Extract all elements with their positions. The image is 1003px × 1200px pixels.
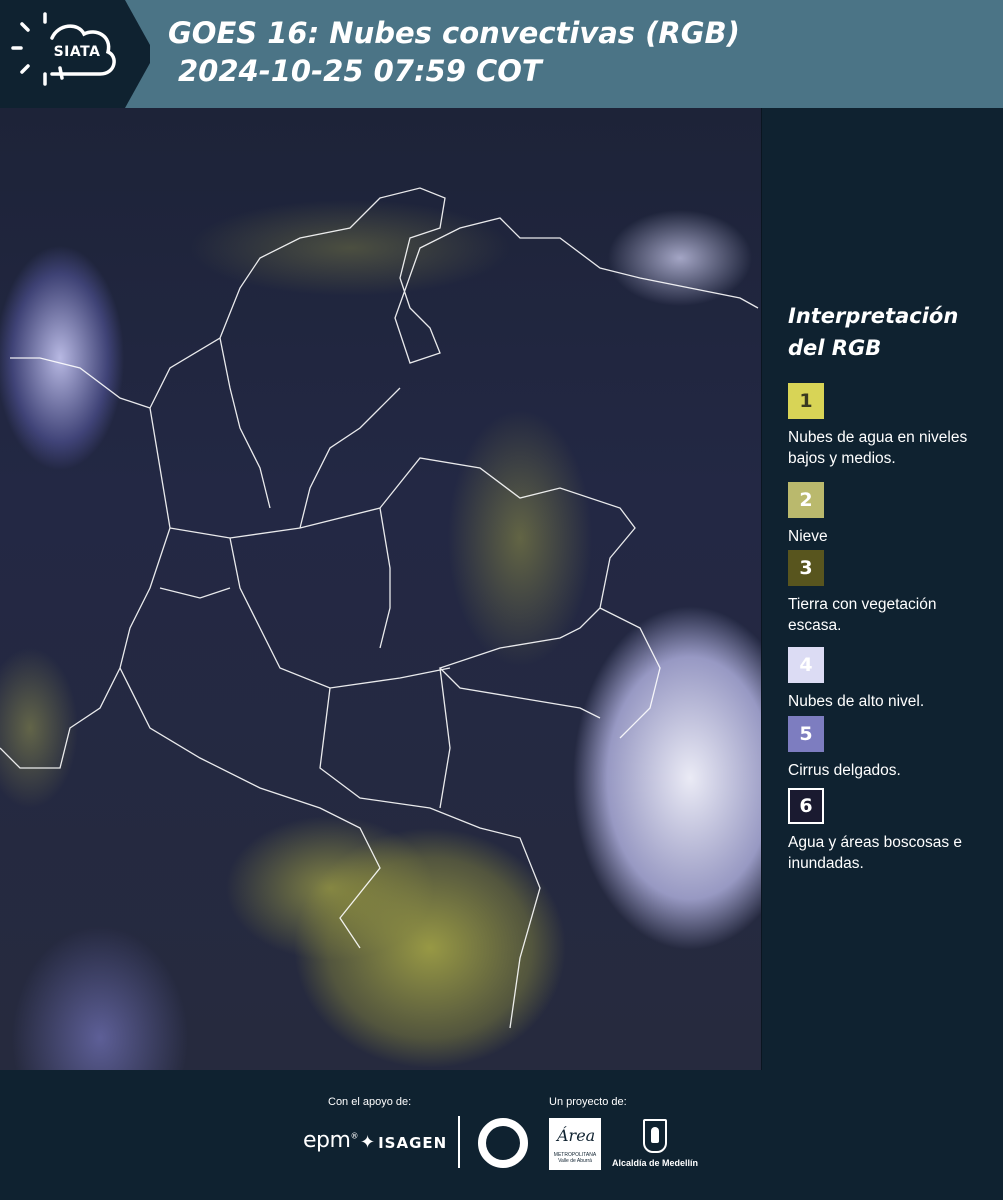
siata-logo: SIATA — [0, 0, 150, 108]
satellite-image-map — [0, 108, 762, 1070]
legend-item: 4 Nubes de alto nivel. — [788, 647, 993, 712]
medellin-university-seal-icon — [478, 1118, 528, 1168]
legend-item: 6 Agua y áreas boscosas e inundadas. — [788, 788, 993, 874]
epm-logo: epm® — [303, 1128, 358, 1153]
isagen-mark-icon: ✦ — [360, 1132, 377, 1153]
legend-swatch: 1 — [788, 383, 824, 419]
legend-label: Agua y áreas boscosas e inundadas. — [788, 834, 963, 872]
legend-title: Interpretación del RGB — [788, 304, 959, 360]
medellin-shield-icon — [643, 1119, 667, 1153]
isagen-logo: ✦ ISAGEN — [360, 1132, 447, 1153]
footer: Con el apoyo de: epm® ✦ ISAGEN Un proyect… — [0, 1070, 1003, 1200]
isagen-logo-text: ISAGEN — [378, 1134, 448, 1152]
siata-logo-text: SIATA — [53, 44, 101, 60]
legend-label: Tierra con vegetación escasa. — [788, 596, 937, 634]
legend-label: Nubes de alto nivel. — [788, 693, 925, 710]
legend-swatch: 5 — [788, 716, 824, 752]
legend-label: Nubes de agua en niveles bajos y medios. — [788, 429, 968, 467]
support-label: Con el apoyo de: — [328, 1096, 412, 1108]
header-bar: SIATA GOES 16: Nubes convectivas (RGB) 2… — [0, 0, 1003, 108]
legend-item: 1 Nubes de agua en niveles bajos y medios… — [788, 383, 993, 469]
legend-swatch: 3 — [788, 550, 824, 586]
project-label: Un proyecto de: — [549, 1096, 627, 1108]
title-datetime: 2024-10-25 07:59 COT — [178, 54, 542, 88]
footer-divider — [458, 1116, 460, 1168]
epm-logo-text: epm — [303, 1128, 351, 1153]
title-product: GOES 16: Nubes convectivas (RGB) — [168, 16, 740, 50]
legend-swatch: 2 — [788, 482, 824, 518]
medellin-label: Alcaldía de Medellín — [612, 1158, 699, 1168]
area-metropolitana-logo: Área METROPOLITANA Valle de Aburrá — [549, 1118, 601, 1170]
area-logo-word: Área — [557, 1126, 596, 1145]
legend-label: Cirrus delgados. — [788, 762, 901, 779]
page-title: GOES 16: Nubes convectivas (RGB) 2024-10… — [168, 14, 740, 90]
legend-item: 5 Cirrus delgados. — [788, 716, 993, 781]
legend-item: 3 Tierra con vegetación escasa. — [788, 550, 993, 636]
area-logo-subtitle: METROPOLITANA Valle de Aburrá — [553, 1152, 597, 1164]
legend-label: Nieve — [788, 528, 828, 545]
legend-item: 2 Nieve — [788, 482, 993, 547]
legend-swatch: 6 — [788, 788, 824, 824]
boundaries-overlay — [0, 187, 759, 1029]
legend-swatch: 4 — [788, 647, 824, 683]
